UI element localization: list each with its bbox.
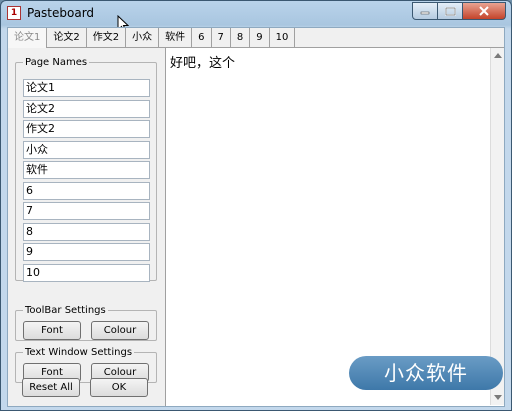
title-bar[interactable]: 1 Pasteboard [1, 1, 511, 33]
window-title: Pasteboard [27, 6, 95, 20]
tab-page-1[interactable]: 论文1 [8, 28, 48, 48]
toolbar-settings-legend: ToolBar Settings [25, 305, 106, 316]
minimize-icon [420, 11, 430, 15]
scroll-down-arrow-icon[interactable] [494, 395, 502, 400]
page-names-legend: Page Names [25, 57, 88, 68]
tab-page-3[interactable]: 作文2 [87, 28, 127, 48]
close-button[interactable] [462, 2, 506, 20]
page-name-field-6[interactable]: 6 [23, 182, 150, 200]
app-window: 1 Pasteboard 论文1 论文2 作文2 小众 软件 6 7 8 9 1… [0, 0, 512, 411]
watermark-logo: 小众软件 [349, 356, 503, 390]
reset-all-button[interactable]: Reset All [22, 378, 80, 397]
ok-button[interactable]: OK [90, 378, 148, 397]
page-name-field-2[interactable]: 论文2 [23, 100, 150, 118]
tab-page-9[interactable]: 9 [250, 28, 270, 48]
page-name-field-4[interactable]: 小众 [23, 141, 150, 159]
tab-page-7[interactable]: 7 [212, 28, 231, 48]
page-name-field-10[interactable]: 10 [23, 264, 150, 282]
toolbar-font-button[interactable]: Font [23, 321, 81, 340]
maximize-icon [444, 6, 456, 16]
close-icon [479, 6, 489, 16]
settings-panel: Page Names 论文1 论文2 作文2 小众 软件 6 7 8 9 10 … [8, 48, 164, 406]
text-window[interactable]: 好吧，这个 [165, 48, 504, 406]
toolbar-colour-button[interactable]: Colour [91, 321, 149, 340]
client-area: 论文1 论文2 作文2 小众 软件 6 7 8 9 10 Page Names … [7, 27, 505, 407]
page-name-field-9[interactable]: 9 [23, 243, 150, 261]
tab-page-2[interactable]: 论文2 [47, 28, 87, 48]
app-icon[interactable]: 1 [7, 6, 21, 20]
tab-page-10[interactable]: 10 [270, 28, 296, 48]
page-names-group: Page Names 论文1 论文2 作文2 小众 软件 6 7 8 9 10 [15, 57, 157, 282]
tab-page-8[interactable]: 8 [231, 28, 251, 48]
page-name-field-5[interactable]: 软件 [23, 161, 150, 179]
text-window-content[interactable]: 好吧，这个 [170, 52, 235, 71]
minimize-button[interactable] [412, 2, 438, 20]
tab-page-4[interactable]: 小众 [126, 28, 160, 48]
scroll-up-arrow-icon[interactable] [494, 53, 502, 58]
page-name-field-3[interactable]: 作文2 [23, 120, 150, 138]
page-name-field-1[interactable]: 论文1 [23, 79, 150, 97]
vertical-scrollbar[interactable] [490, 48, 504, 405]
tab-page-6[interactable]: 6 [192, 28, 212, 48]
maximize-button[interactable] [437, 2, 463, 20]
toolbar-settings-group: ToolBar Settings Font Colour [15, 305, 157, 341]
page-name-field-8[interactable]: 8 [23, 223, 150, 241]
page-tab-bar: 论文1 论文2 作文2 小众 软件 6 7 8 9 10 [8, 28, 504, 48]
text-window-settings-legend: Text Window Settings [25, 347, 133, 358]
page-name-field-7[interactable]: 7 [23, 202, 150, 220]
tab-page-5[interactable]: 软件 [159, 28, 193, 48]
